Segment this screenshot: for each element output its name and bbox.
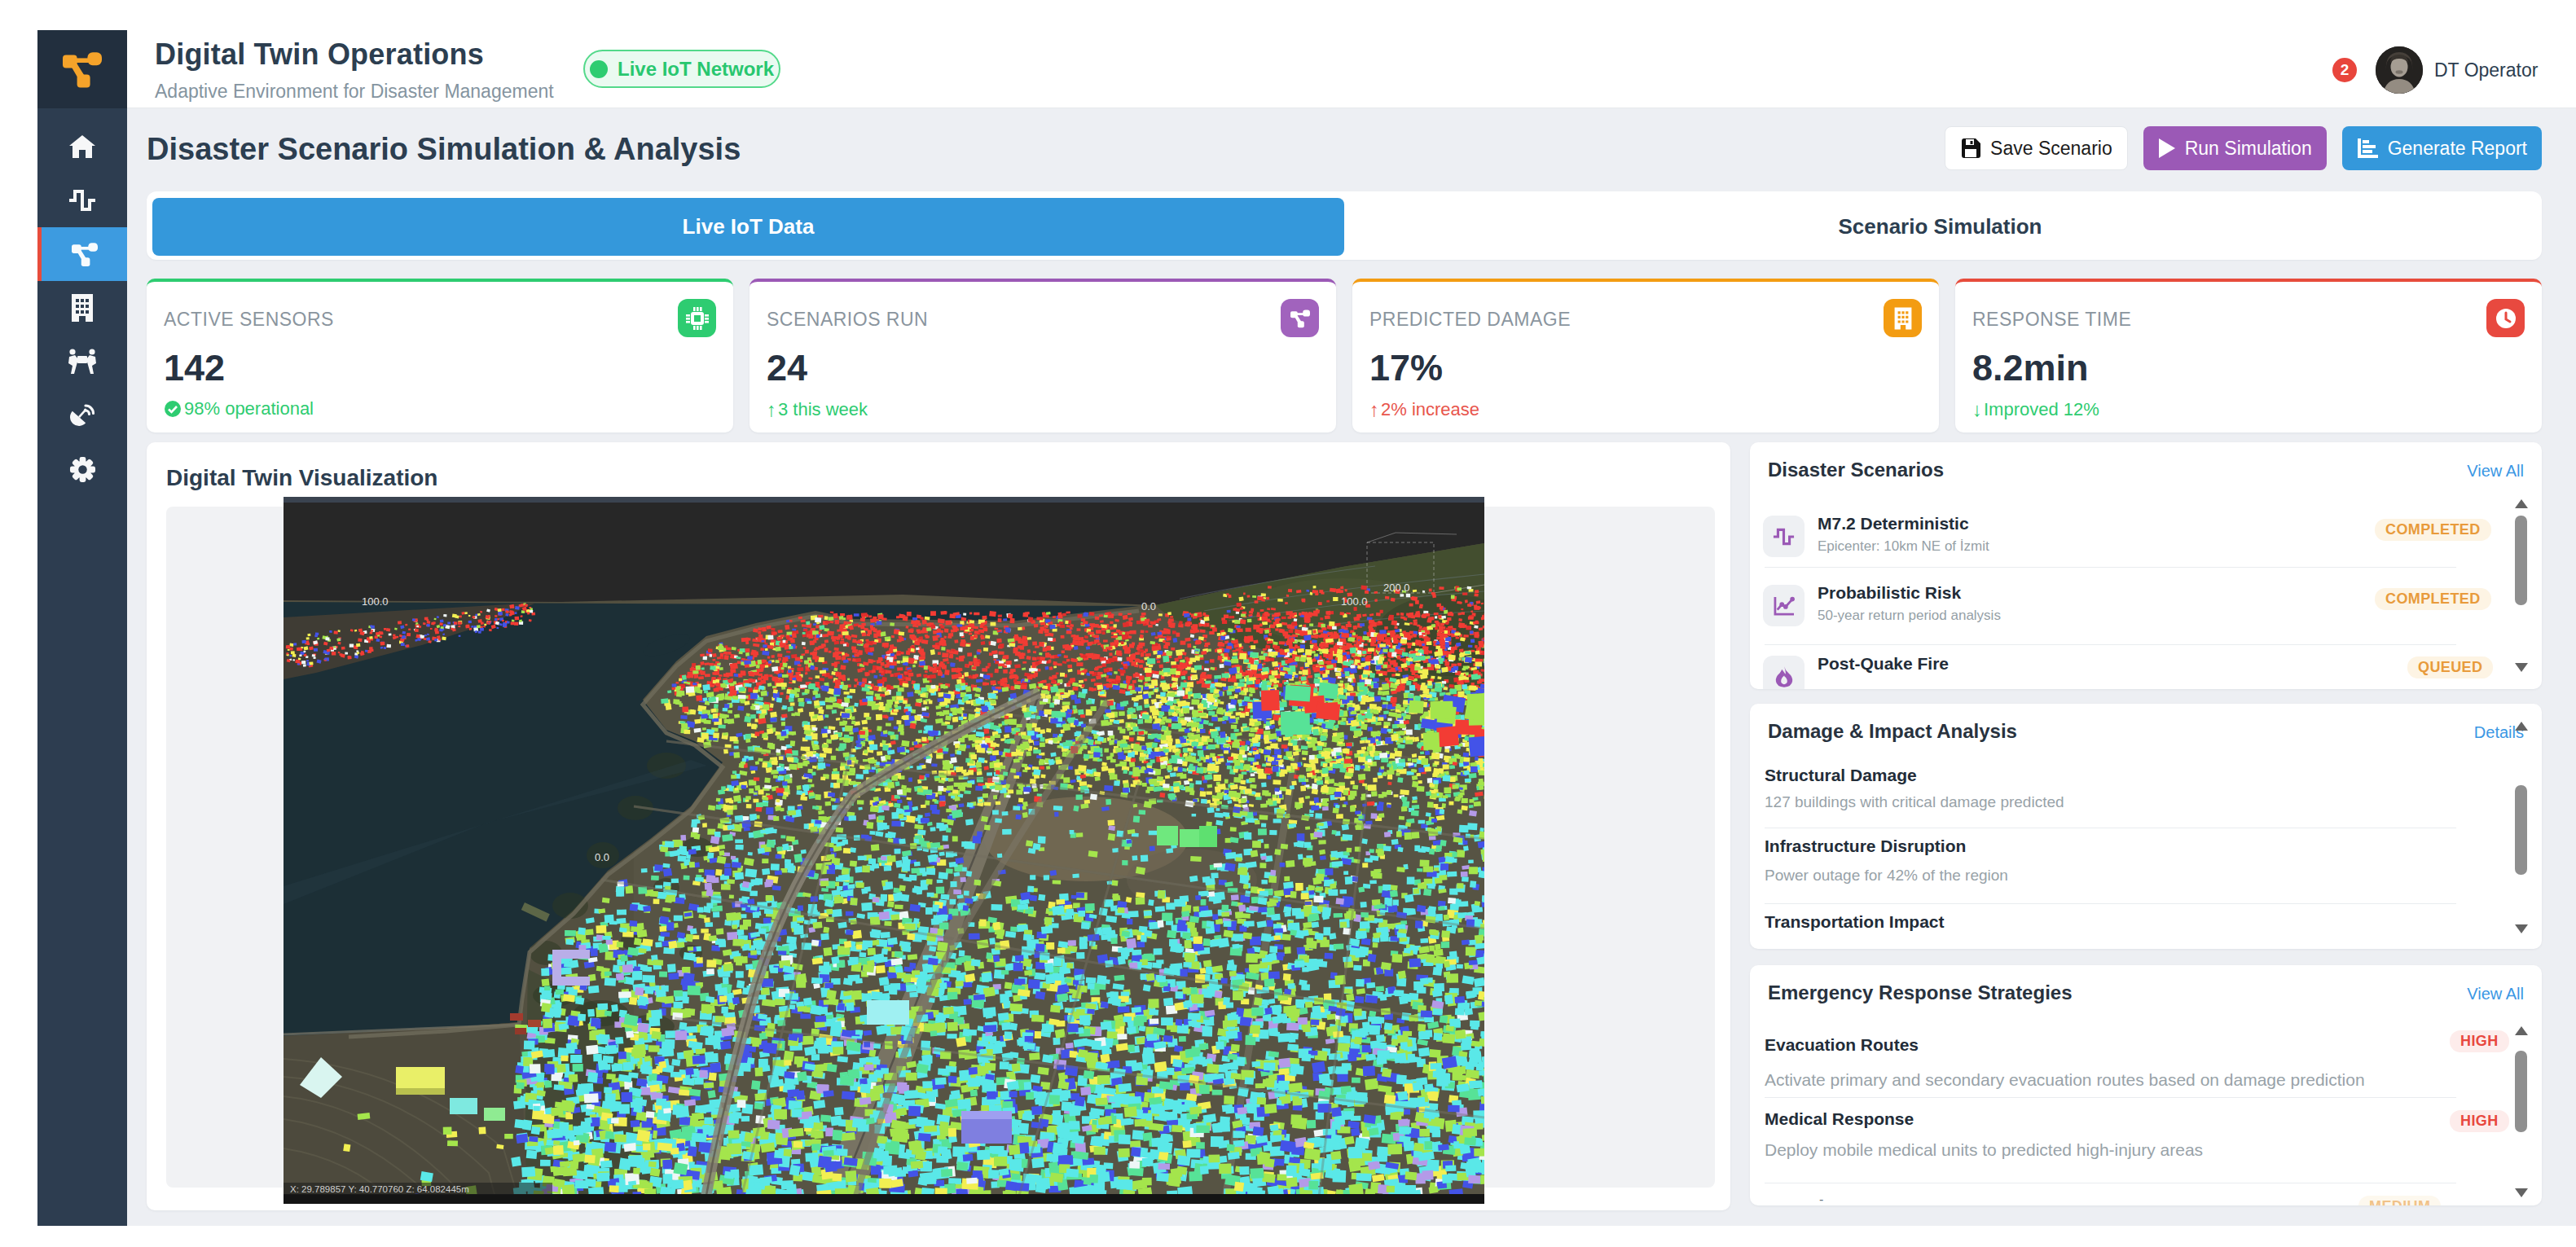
svg-text:0.0: 0.0 (1141, 600, 1156, 613)
svg-text:200.0: 200.0 (1383, 582, 1410, 594)
svg-text:100.0: 100.0 (362, 595, 389, 608)
svg-text:100.0: 100.0 (1341, 595, 1368, 608)
svg-text:0.0: 0.0 (595, 851, 609, 863)
svg-text:X: 29.789857 Y: 40.770760 Z: 6: X: 29.789857 Y: 40.770760 Z: 64.082445m (290, 1184, 469, 1194)
